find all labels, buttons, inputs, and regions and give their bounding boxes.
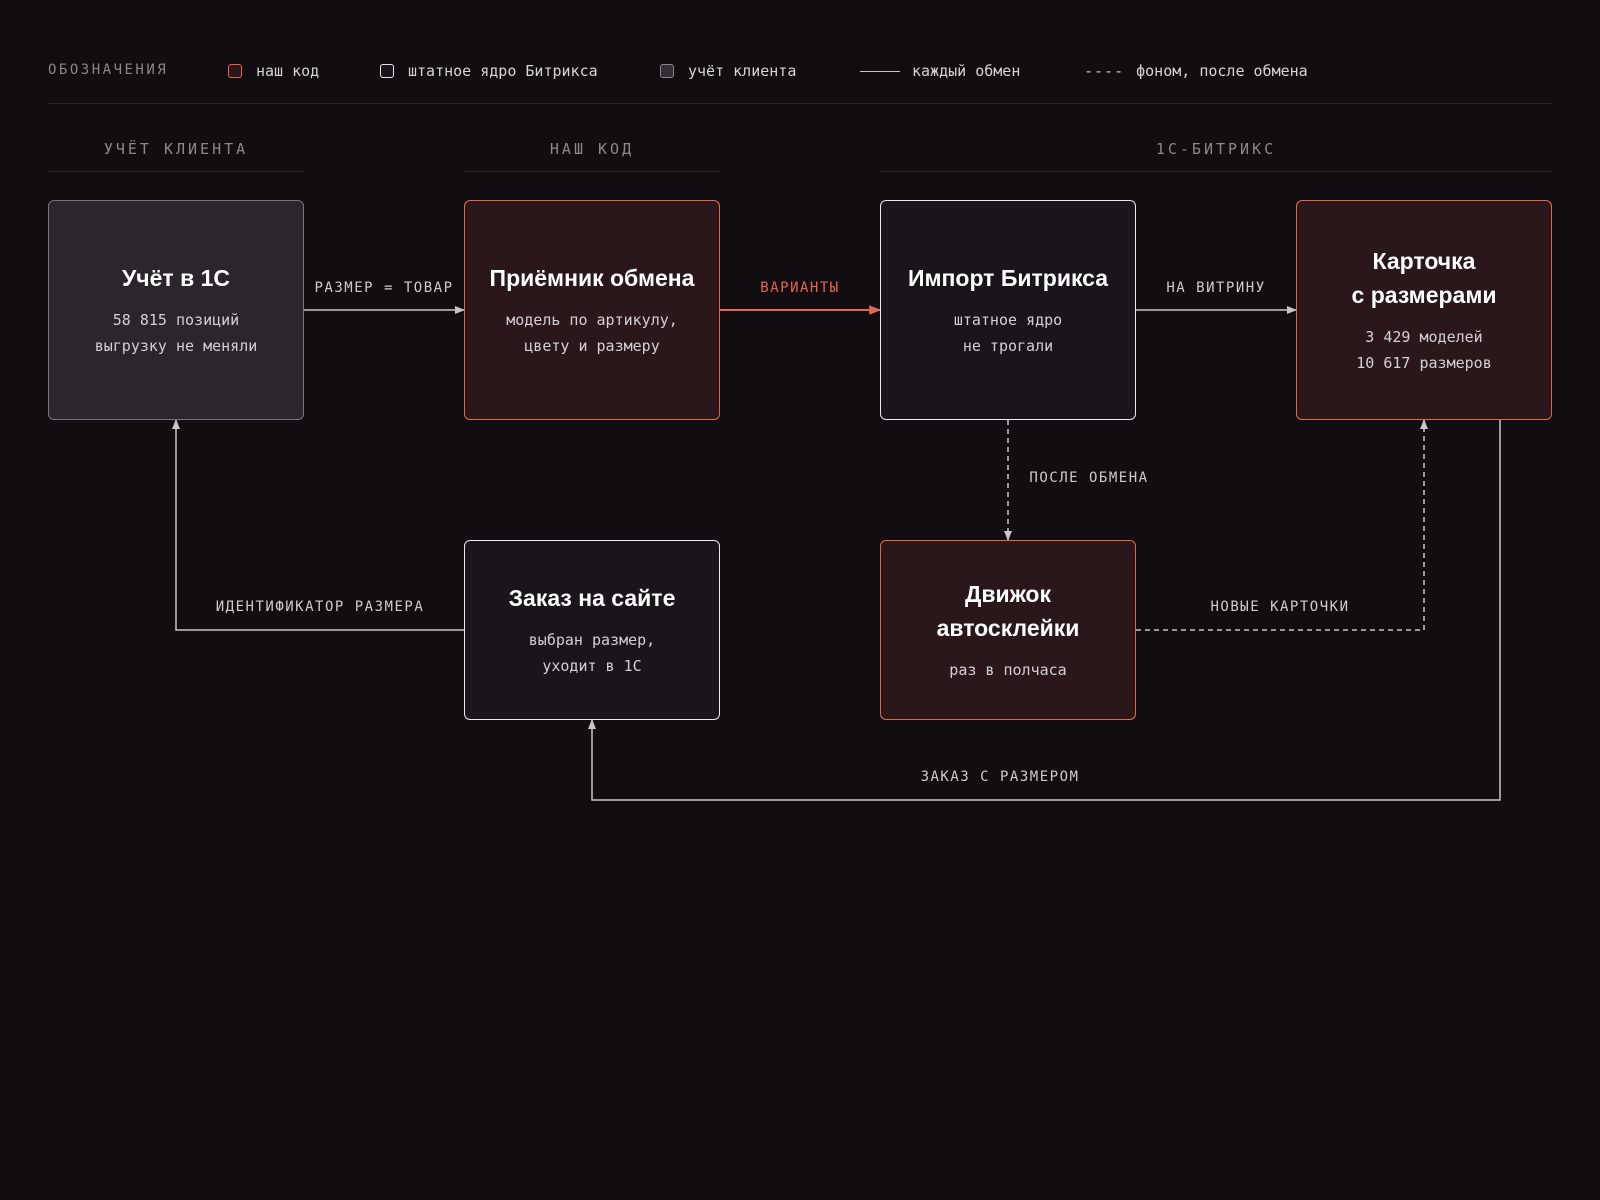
edge-label-variants: ВАРИАНТЫ: [760, 280, 840, 296]
node-card-models: 3 429 моделей: [1365, 328, 1483, 346]
node-card-title: Карточка с размерами: [1352, 244, 1497, 312]
node-exchange-receiver: Приёмник обмена модель по артикулу, цвет…: [464, 200, 720, 420]
node-card-sizes: 10 617 размеров: [1356, 354, 1492, 372]
node-card-title-line1: Карточка: [1372, 248, 1476, 274]
node-order-line2: уходит в 1С: [542, 657, 642, 675]
node-receiver-line1: модель по артикулу,: [506, 311, 678, 329]
node-account-title: Учёт в 1С: [121, 265, 231, 291]
edge-label-to-showcase: НА ВИТРИНУ: [1166, 280, 1266, 296]
node-account-note: выгрузку не меняли: [94, 337, 258, 355]
edge-label-order-with-size: ЗАКАЗ С РАЗМЕРОМ: [920, 769, 1080, 785]
node-receiver-details: модель по артикулу, цвету и размеру: [506, 307, 678, 359]
node-order-line1: выбран размер,: [528, 631, 656, 649]
node-engine-schedule: раз в полчаса: [949, 661, 1067, 679]
node-import-title: Импорт Битрикса: [907, 265, 1109, 291]
node-auto-merge-engine: Движок автосклейки раз в полчаса: [880, 540, 1136, 720]
node-engine-title-line1: Движок: [965, 581, 1051, 607]
node-account-count: 58 815 позиций: [112, 311, 240, 329]
node-order-details: выбран размер, уходит в 1С: [529, 627, 655, 679]
node-import-details: штатное ядро не трогали: [954, 307, 1062, 359]
edge-label-new-cards: НОВЫЕ КАРТОЧКИ: [1210, 599, 1350, 615]
node-import-line1: штатное ядро: [953, 311, 1063, 329]
node-card-details: 3 429 моделей 10 617 размеров: [1356, 324, 1491, 376]
node-site-order: Заказ на сайте выбран размер, уходит в 1…: [464, 540, 720, 720]
node-engine-title: Движок автосклейки: [937, 577, 1080, 645]
node-receiver-line2: цвету и размеру: [524, 337, 660, 355]
node-account-1c: Учёт в 1С 58 815 позиций выгрузку не мен…: [48, 200, 304, 420]
node-import-line2: не трогали: [962, 337, 1054, 355]
node-engine-title-line2: автосклейки: [936, 615, 1080, 641]
node-engine-details: раз в полчаса: [949, 657, 1066, 683]
node-account-details: 58 815 позиций выгрузку не меняли: [95, 307, 258, 359]
edge-label-size-id: ИДЕНТИФИКАТОР РАЗМЕРА: [215, 599, 425, 615]
edge-label-size-is-product: РАЗМЕР = ТОВАР: [314, 280, 454, 296]
edge-label-after-exchange: ПОСЛЕ ОБМЕНА: [1029, 470, 1149, 486]
node-size-card: Карточка с размерами 3 429 моделей 10 61…: [1296, 200, 1552, 420]
node-card-title-line2: с размерами: [1351, 282, 1497, 308]
node-order-title: Заказ на сайте: [508, 585, 676, 611]
node-receiver-title: Приёмник обмена: [489, 265, 695, 291]
node-bitrix-import: Импорт Битрикса штатное ядро не трогали: [880, 200, 1136, 420]
